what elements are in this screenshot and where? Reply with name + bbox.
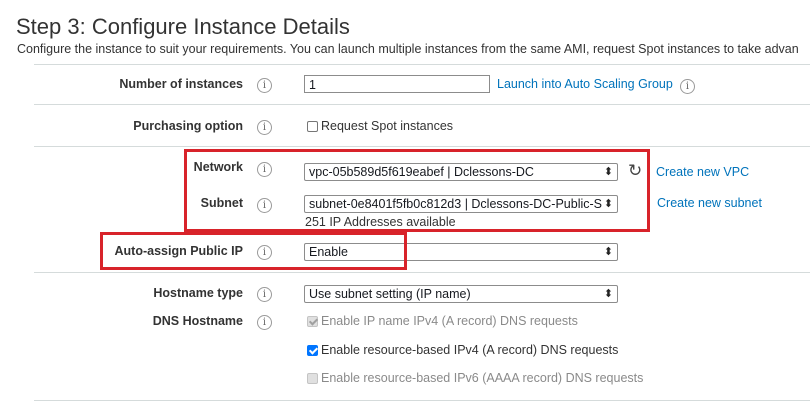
info-icon[interactable]: i <box>257 315 272 330</box>
dns-ipv4-ipname-checkbox <box>307 316 318 327</box>
dns-ipv4-resource-checkbox[interactable] <box>307 345 318 356</box>
spot-instances-label: Request Spot instances <box>321 119 454 133</box>
dns-ipv4-ipname-label: Enable IP name IPv4 (A record) DNS reque… <box>321 314 578 328</box>
network-label: Network <box>193 160 243 174</box>
create-subnet-link[interactable]: Create new subnet <box>657 196 762 210</box>
page-title: Step 3: Configure Instance Details <box>16 14 350 39</box>
instances-label: Number of instances <box>119 77 243 91</box>
divider <box>34 64 810 65</box>
info-icon[interactable]: i <box>680 79 695 94</box>
network-select-value: vpc-05b589d5f619eabef | Dclessons-DC <box>309 165 534 179</box>
select-arrow-icon: ⬍ <box>603 166 613 178</box>
public-ip-label: Auto-assign Public IP <box>114 244 244 258</box>
instances-input[interactable]: 1 <box>304 75 490 93</box>
purchasing-label: Purchasing option <box>133 119 243 133</box>
divider <box>34 146 810 147</box>
select-arrow-icon: ⬍ <box>603 246 613 258</box>
page-subtitle: Configure the instance to suit your requ… <box>17 42 799 56</box>
divider <box>34 400 810 401</box>
select-arrow-icon: ⬍ <box>603 288 613 300</box>
public-ip-select-value: Enable <box>309 245 348 259</box>
refresh-icon[interactable]: ↻ <box>628 162 642 179</box>
launch-asg-link[interactable]: Launch into Auto Scaling Group <box>497 77 673 91</box>
select-arrow-icon: ⬍ <box>603 198 613 210</box>
info-icon[interactable]: i <box>257 162 272 177</box>
info-icon[interactable]: i <box>257 198 272 213</box>
info-icon[interactable]: i <box>257 245 272 260</box>
subnet-select[interactable]: subnet-0e8401f5fb0c812d3 | Dclessons-DC-… <box>304 195 618 213</box>
create-vpc-link[interactable]: Create new VPC <box>656 165 749 179</box>
spot-instances-checkbox[interactable] <box>307 121 318 132</box>
info-icon[interactable]: i <box>257 120 272 135</box>
dns-ipv4-resource-label: Enable resource-based IPv4 (A record) DN… <box>321 343 619 357</box>
subnet-label: Subnet <box>200 196 243 210</box>
public-ip-select[interactable]: Enable ⬍ <box>304 243 618 261</box>
dns-ipv6-resource-label: Enable resource-based IPv6 (AAAA record)… <box>321 371 644 385</box>
hostname-type-label: Hostname type <box>153 286 243 300</box>
dns-hostname-label: DNS Hostname <box>152 314 243 328</box>
divider <box>34 104 810 105</box>
dns-ipv6-resource-checkbox <box>307 373 318 384</box>
divider <box>34 272 810 273</box>
subnet-select-value: subnet-0e8401f5fb0c812d3 | Dclessons-DC-… <box>309 197 602 211</box>
info-icon[interactable]: i <box>257 78 272 93</box>
info-icon[interactable]: i <box>257 287 272 302</box>
subnet-ip-available: 251 IP Addresses available <box>305 215 456 229</box>
hostname-type-select-value: Use subnet setting (IP name) <box>309 287 471 301</box>
network-select[interactable]: vpc-05b589d5f619eabef | Dclessons-DC ⬍ <box>304 163 618 181</box>
hostname-type-select[interactable]: Use subnet setting (IP name) ⬍ <box>304 285 618 303</box>
